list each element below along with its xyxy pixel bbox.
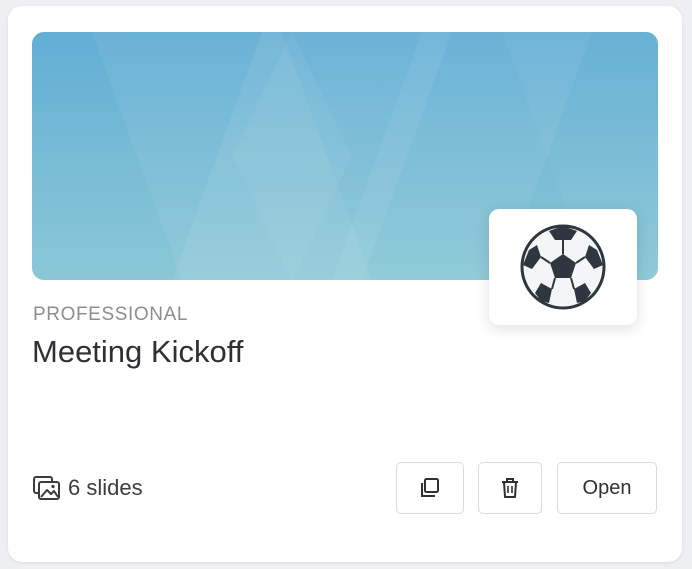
- card-category: PROFESSIONAL: [33, 304, 189, 325]
- duplicate-icon: [421, 478, 439, 497]
- images-icon: [33, 476, 60, 500]
- slide-count: 6 slides: [32, 474, 143, 502]
- emoji-tile: [489, 209, 637, 325]
- delete-button[interactable]: [478, 462, 542, 514]
- trash-icon: [502, 478, 518, 498]
- duplicate-button[interactable]: [396, 462, 464, 514]
- slide-count-label: 6 slides: [68, 475, 143, 500]
- open-button[interactable]: Open: [557, 462, 657, 514]
- card-title: Meeting Kickoff: [32, 334, 244, 369]
- open-button-label: Open: [582, 476, 632, 499]
- soccer-ball-icon: [520, 224, 606, 310]
- presentation-card[interactable]: PROFESSIONAL Meeting Kickoff 6 slides Op…: [8, 6, 682, 562]
